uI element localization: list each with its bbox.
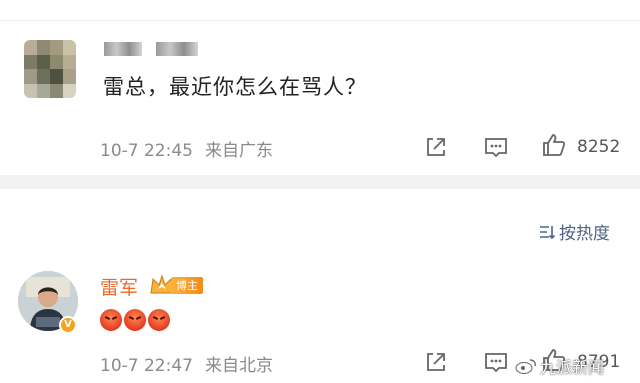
comment-meta: 10-7 22:47 来自北京: [100, 351, 273, 376]
weibo-logo-icon: [515, 359, 536, 374]
section-separator: [0, 175, 640, 189]
angry-face-icon: [124, 309, 146, 331]
username-pixelated[interactable]: [104, 42, 198, 58]
watermark-text: 九派新闻: [540, 358, 605, 377]
like-icon[interactable]: [541, 132, 567, 158]
comment-time: 10-7 22:47: [100, 356, 193, 376]
blogger-badge: 博主: [149, 273, 203, 297]
angry-face-icon: [148, 309, 170, 331]
sort-label: 按热度: [559, 224, 610, 244]
comment-time: 10-7 22:45: [100, 141, 193, 161]
angry-face-icon: [100, 309, 122, 331]
comment-source: 来自北京: [204, 356, 273, 376]
blogger-label: 博主: [171, 276, 203, 294]
comment-meta: 10-7 22:45 来自广东: [100, 136, 273, 161]
comment-icon[interactable]: [483, 349, 509, 375]
sort-icon: [540, 225, 556, 239]
share-icon[interactable]: [423, 349, 449, 375]
like-count: 8252: [577, 137, 621, 157]
username[interactable]: 雷军: [100, 273, 138, 300]
avatar-pixelated[interactable]: [24, 40, 76, 98]
share-icon[interactable]: [423, 134, 449, 160]
top-divider: [0, 20, 640, 21]
comment-emojis: [100, 309, 170, 331]
comment-icon[interactable]: [483, 134, 509, 160]
verified-badge: V: [59, 316, 77, 334]
comment-text: 雷总，最近你怎么在骂人？: [103, 75, 367, 99]
sort-by-hot-button[interactable]: 按热度: [538, 219, 610, 244]
comment-source: 来自广东: [204, 141, 273, 161]
watermark: 九派新闻: [515, 354, 604, 378]
